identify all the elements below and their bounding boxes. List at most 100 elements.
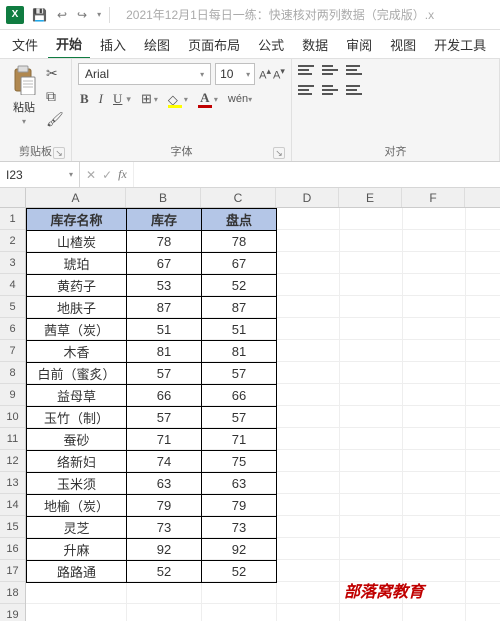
cell[interactable]: 57 — [127, 363, 202, 385]
row-header[interactable]: 5 — [0, 296, 25, 318]
cell[interactable]: 益母草 — [27, 385, 127, 407]
row-header[interactable]: 14 — [0, 494, 25, 516]
cell[interactable]: 66 — [127, 385, 202, 407]
cell[interactable]: 升麻 — [27, 539, 127, 561]
cell[interactable]: 山楂炭 — [27, 231, 127, 253]
row-header[interactable]: 1 — [0, 208, 25, 230]
cell[interactable]: 63 — [202, 473, 277, 495]
bold-button[interactable]: B — [80, 91, 89, 107]
tab-绘图[interactable]: 绘图 — [136, 31, 178, 58]
cancel-icon[interactable]: ✕ — [86, 168, 96, 182]
underline-more-icon[interactable]: ▾ — [126, 94, 131, 105]
row-header[interactable]: 6 — [0, 318, 25, 340]
table-header[interactable]: 库存名称 — [27, 209, 127, 231]
row-header[interactable]: 13 — [0, 472, 25, 494]
select-all-corner[interactable] — [0, 188, 26, 208]
qat-more-icon[interactable]: ▾ — [97, 10, 101, 19]
cell[interactable]: 木香 — [27, 341, 127, 363]
phonetic-button[interactable]: wén▾ — [228, 93, 252, 105]
cell[interactable]: 57 — [127, 407, 202, 429]
column-header[interactable]: C — [201, 188, 276, 207]
tab-视图[interactable]: 视图 — [382, 31, 424, 58]
table-header[interactable]: 盘点 — [202, 209, 277, 231]
name-box[interactable]: I23▾ — [0, 162, 80, 187]
cells-area[interactable]: 库存名称库存盘点山楂炭7878琥珀6767黄药子5352地肤子8787茜草（炭）… — [26, 208, 500, 621]
row-header[interactable]: 7 — [0, 340, 25, 362]
font-color-button[interactable]: A▾ — [198, 92, 218, 106]
row-header[interactable]: 10 — [0, 406, 25, 428]
cell[interactable]: 53 — [127, 275, 202, 297]
undo-icon[interactable]: ↩ — [57, 8, 67, 22]
fill-color-button[interactable]: ◇▾ — [168, 92, 188, 106]
tab-插入[interactable]: 插入 — [92, 31, 134, 58]
row-header[interactable]: 18 — [0, 582, 25, 604]
cell[interactable]: 92 — [127, 539, 202, 561]
tab-审阅[interactable]: 审阅 — [338, 31, 380, 58]
align-left-icon[interactable] — [298, 85, 314, 99]
tab-公式[interactable]: 公式 — [250, 31, 292, 58]
enter-icon[interactable]: ✓ — [102, 168, 112, 182]
cell[interactable]: 87 — [202, 297, 277, 319]
copy-icon[interactable]: ⧉ — [46, 88, 64, 105]
column-header[interactable]: A — [26, 188, 126, 207]
increase-font-icon[interactable]: A▴ — [259, 66, 271, 82]
cell[interactable]: 63 — [127, 473, 202, 495]
tab-数据[interactable]: 数据 — [294, 31, 336, 58]
cell[interactable]: 茜草（炭） — [27, 319, 127, 341]
row-header[interactable]: 9 — [0, 384, 25, 406]
cell[interactable]: 67 — [202, 253, 277, 275]
cell[interactable]: 81 — [202, 341, 277, 363]
cell[interactable]: 71 — [127, 429, 202, 451]
row-header[interactable]: 3 — [0, 252, 25, 274]
cell[interactable]: 78 — [202, 231, 277, 253]
font-launcher-icon[interactable]: ↘ — [273, 147, 285, 159]
cell[interactable]: 黄药子 — [27, 275, 127, 297]
cell[interactable]: 玉米须 — [27, 473, 127, 495]
cell[interactable]: 络新妇 — [27, 451, 127, 473]
cell[interactable]: 87 — [127, 297, 202, 319]
paste-button[interactable]: 粘贴 ▾ — [6, 63, 42, 139]
cell[interactable]: 79 — [127, 495, 202, 517]
table-header[interactable]: 库存 — [127, 209, 202, 231]
cell[interactable]: 玉竹（制） — [27, 407, 127, 429]
cell[interactable]: 73 — [127, 517, 202, 539]
align-top-icon[interactable] — [298, 65, 314, 79]
cell[interactable]: 52 — [127, 561, 202, 583]
spreadsheet-grid[interactable]: ABCDEF 1234567891011121314151617181920 库… — [0, 188, 500, 621]
cell[interactable]: 蚕砂 — [27, 429, 127, 451]
column-header[interactable]: D — [276, 188, 339, 207]
align-bottom-icon[interactable] — [346, 65, 362, 79]
row-header[interactable]: 2 — [0, 230, 25, 252]
font-name-select[interactable]: Arial▾ — [78, 63, 211, 85]
align-middle-icon[interactable] — [322, 65, 338, 79]
align-center-icon[interactable] — [322, 85, 338, 99]
cell[interactable]: 琥珀 — [27, 253, 127, 275]
row-header[interactable]: 12 — [0, 450, 25, 472]
paste-more-icon[interactable]: ▾ — [22, 117, 26, 126]
column-header[interactable]: B — [126, 188, 201, 207]
cell[interactable]: 66 — [202, 385, 277, 407]
italic-button[interactable]: I — [99, 91, 103, 107]
cell[interactable]: 51 — [202, 319, 277, 341]
row-header[interactable]: 17 — [0, 560, 25, 582]
cell[interactable]: 74 — [127, 451, 202, 473]
cell[interactable]: 71 — [202, 429, 277, 451]
cell[interactable]: 78 — [127, 231, 202, 253]
format-painter-icon[interactable]: 🖌 — [46, 111, 64, 128]
cut-icon[interactable]: ✂ — [46, 65, 64, 82]
font-size-select[interactable]: 10▾ — [215, 63, 255, 85]
cell[interactable]: 79 — [202, 495, 277, 517]
redo-icon[interactable]: ↪ — [77, 8, 87, 22]
row-header[interactable]: 8 — [0, 362, 25, 384]
cell[interactable]: 67 — [127, 253, 202, 275]
clipboard-launcher-icon[interactable]: ↘ — [53, 147, 65, 159]
row-header[interactable]: 11 — [0, 428, 25, 450]
cell[interactable]: 52 — [202, 561, 277, 583]
tab-开发工具[interactable]: 开发工具 — [426, 31, 494, 58]
save-icon[interactable]: 💾 — [32, 8, 47, 22]
cell[interactable]: 75 — [202, 451, 277, 473]
tab-页面布局[interactable]: 页面布局 — [180, 31, 248, 58]
border-button[interactable]: ⊞▾ — [141, 91, 158, 107]
cell[interactable]: 57 — [202, 363, 277, 385]
align-right-icon[interactable] — [346, 85, 362, 99]
